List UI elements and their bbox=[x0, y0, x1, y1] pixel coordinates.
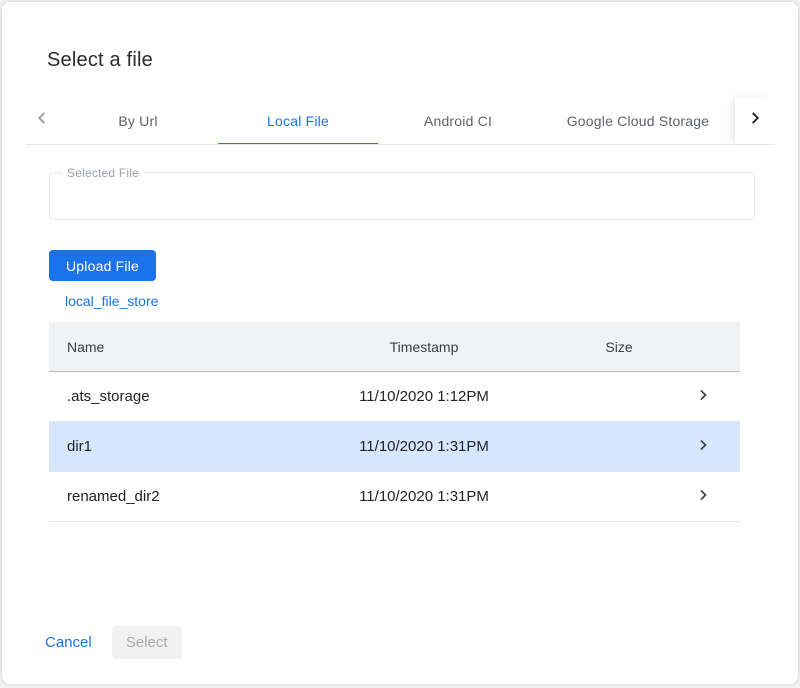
chevron-right-icon bbox=[689, 435, 713, 459]
file-name: dir1 bbox=[49, 438, 299, 455]
tab-list: By Url Local File Android CI Google Clou… bbox=[58, 97, 735, 144]
table-row[interactable]: renamed_dir2 11/10/2020 1:31PM bbox=[49, 472, 740, 522]
dialog-actions: Cancel Select bbox=[37, 626, 182, 659]
open-directory-button[interactable] bbox=[689, 435, 740, 459]
tab-label: Local File bbox=[267, 113, 329, 129]
breadcrumb[interactable]: local_file_store bbox=[65, 293, 158, 309]
table-row[interactable]: .ats_storage 11/10/2020 1:12PM bbox=[49, 372, 740, 422]
tab-android-ci[interactable]: Android CI bbox=[378, 97, 538, 144]
selected-file-input[interactable] bbox=[50, 173, 754, 219]
tabs-scroll-left-button[interactable] bbox=[26, 97, 58, 144]
tab-google-cloud-storage[interactable]: Google Cloud Storage bbox=[538, 97, 735, 144]
file-name: .ats_storage bbox=[49, 388, 299, 405]
tab-label: Google Cloud Storage bbox=[567, 113, 710, 129]
file-timestamp: 11/10/2020 1:31PM bbox=[299, 438, 549, 455]
selected-file-label: Selected File bbox=[62, 166, 144, 180]
chevron-right-icon bbox=[689, 385, 713, 409]
file-name: renamed_dir2 bbox=[49, 488, 299, 505]
chevron-left-icon bbox=[31, 107, 53, 134]
tab-label: Android CI bbox=[424, 113, 492, 129]
chevron-right-icon bbox=[744, 107, 766, 134]
column-header-name: Name bbox=[49, 339, 299, 355]
tab-local-file[interactable]: Local File bbox=[218, 97, 378, 144]
select-button[interactable]: Select bbox=[112, 626, 182, 659]
open-directory-button[interactable] bbox=[689, 485, 740, 509]
table-header-row: Name Timestamp Size bbox=[49, 322, 740, 372]
column-header-size: Size bbox=[549, 339, 689, 355]
tab-label: By Url bbox=[118, 113, 157, 129]
file-timestamp: 11/10/2020 1:12PM bbox=[299, 388, 549, 405]
table-row[interactable]: dir1 11/10/2020 1:31PM bbox=[49, 422, 740, 472]
tab-by-url[interactable]: By Url bbox=[58, 97, 218, 144]
select-file-dialog: Select a file By Url Local File Android … bbox=[2, 2, 798, 684]
column-header-timestamp: Timestamp bbox=[299, 339, 549, 355]
cancel-button[interactable]: Cancel bbox=[37, 628, 100, 657]
tabs-scroll-right-button[interactable] bbox=[735, 97, 775, 144]
tab-bar: By Url Local File Android CI Google Clou… bbox=[26, 97, 775, 145]
chevron-right-icon bbox=[689, 485, 713, 509]
open-directory-button[interactable] bbox=[689, 385, 740, 409]
selected-file-field: Selected File bbox=[49, 172, 755, 220]
page-title: Select a file bbox=[47, 49, 153, 72]
upload-file-button[interactable]: Upload File bbox=[49, 250, 156, 281]
file-table: Name Timestamp Size .ats_storage 11/10/2… bbox=[49, 322, 740, 522]
file-timestamp: 11/10/2020 1:31PM bbox=[299, 488, 549, 505]
